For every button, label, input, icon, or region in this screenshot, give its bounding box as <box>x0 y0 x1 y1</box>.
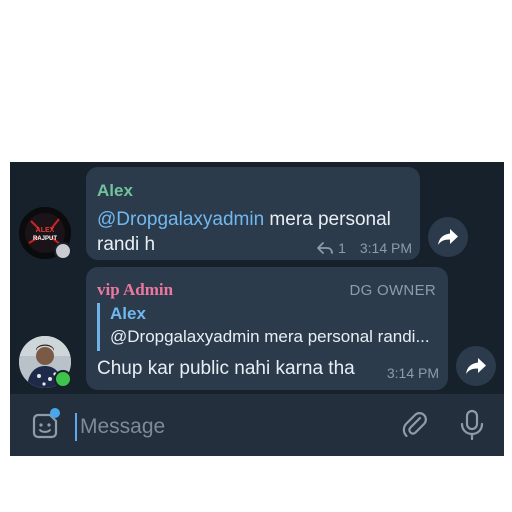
message-input[interactable] <box>78 410 382 444</box>
admin-role-badge: DG OWNER <box>349 282 436 299</box>
mention-link[interactable]: @Dropgalaxyadmin <box>97 209 264 230</box>
sticker-badge <box>50 408 60 418</box>
message-time: 3:14 PM <box>386 365 439 381</box>
mic-icon[interactable] <box>459 409 485 441</box>
reply-icon[interactable] <box>316 241 334 255</box>
share-icon <box>438 229 458 245</box>
text-cursor <box>75 413 77 441</box>
share-button[interactable] <box>428 217 468 257</box>
svg-text:RAJPUT: RAJPUT <box>33 236 57 242</box>
online-indicator <box>54 370 72 388</box>
message-input-bar <box>10 394 504 456</box>
message-time: 3:14 PM <box>359 240 412 256</box>
status-dot <box>54 242 72 260</box>
share-button[interactable] <box>456 346 496 386</box>
reply-count[interactable]: 1 <box>338 240 346 256</box>
sender-name[interactable]: vip Admin <box>97 280 173 300</box>
share-icon <box>466 358 486 374</box>
message-meta: 3:14 PM <box>387 365 439 381</box>
quote-text: @Dropgalaxyadmin mera personal randi... <box>110 327 430 346</box>
quote-sender: Alex <box>110 304 146 323</box>
reply-quote[interactable]: Alex @Dropgalaxyadmin mera personal rand… <box>97 303 442 351</box>
message-bubble[interactable]: vip Admin DG OWNER Alex @Dropgalaxyadmin… <box>86 267 448 390</box>
message-bubble[interactable]: Alex @Dropgalaxyadmin mera personal rand… <box>86 167 420 260</box>
chat-area: ALEX RAJPUT Alex @Dropgalaxyadmin mera p… <box>10 162 504 456</box>
svg-text:ALEX: ALEX <box>36 227 55 234</box>
sender-name[interactable]: Alex <box>97 181 133 201</box>
attach-icon[interactable] <box>400 410 430 440</box>
message-meta: 1 3:14 PM <box>316 240 412 256</box>
message-text: Chup kar public nahi karna tha <box>97 358 355 379</box>
